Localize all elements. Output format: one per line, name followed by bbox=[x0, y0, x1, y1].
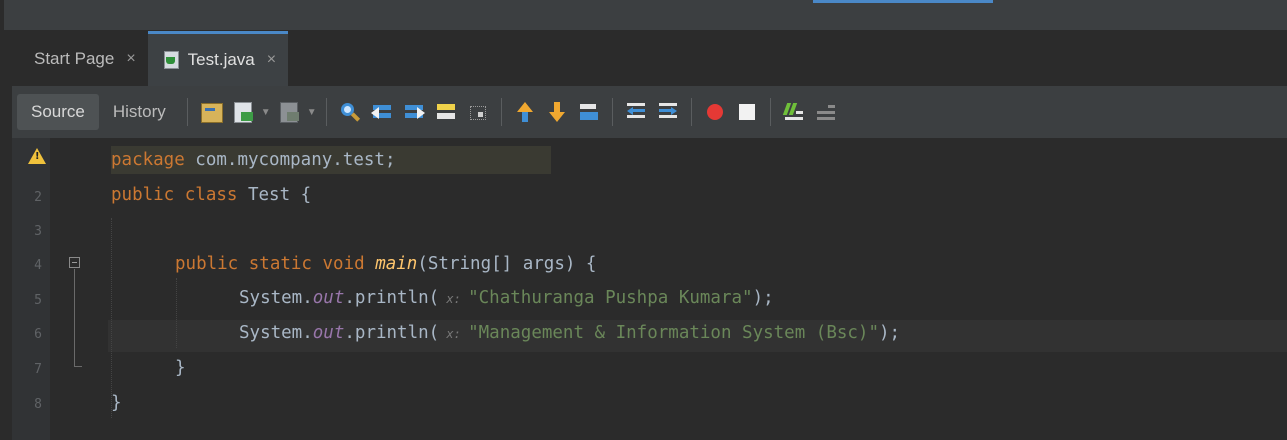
toolbar-separator bbox=[325, 98, 327, 126]
toolbar-separator bbox=[500, 98, 502, 126]
code-line-6: System.out.println( x: "Management & Inf… bbox=[239, 323, 901, 343]
chevron-down-icon[interactable]: ▼ bbox=[261, 107, 271, 118]
close-icon[interactable]: × bbox=[126, 50, 135, 68]
uncomment-icon[interactable] bbox=[814, 100, 838, 124]
record-icon bbox=[706, 104, 723, 120]
last-edit-icon[interactable] bbox=[199, 100, 223, 124]
comment-icon[interactable] bbox=[782, 100, 806, 124]
code-editor[interactable]: ! 2 3 4 5 6 7 8 package com.mycompany.te… bbox=[12, 138, 1287, 440]
code-line-4: public static void main(String[] args) { bbox=[175, 254, 597, 274]
find-icon[interactable] bbox=[338, 100, 362, 124]
code-line-5: System.out.println( x: "Chathuranga Push… bbox=[239, 288, 774, 308]
shift-right-icon[interactable] bbox=[656, 100, 680, 124]
tab-start-page[interactable]: Start Page × bbox=[4, 31, 148, 86]
history-tab-button[interactable]: History bbox=[99, 94, 180, 130]
window-top-strip bbox=[0, 0, 1287, 30]
back-icon[interactable] bbox=[231, 100, 255, 124]
code-line-2: public class Test { bbox=[111, 185, 312, 205]
next-bookmark-icon[interactable] bbox=[545, 100, 569, 124]
parameter-hint: x: bbox=[439, 292, 469, 306]
window-edge bbox=[0, 0, 4, 30]
previous-bookmark-icon[interactable] bbox=[513, 100, 537, 124]
tab-label: Test.java bbox=[187, 50, 255, 69]
code-line-1: package com.mycompany.test; bbox=[111, 150, 396, 170]
toolbar-separator bbox=[186, 98, 188, 126]
stop-macro-recording-icon[interactable] bbox=[735, 100, 759, 124]
forward-icon[interactable] bbox=[277, 100, 301, 124]
code-line-7: } bbox=[175, 358, 186, 378]
tab-test-java[interactable]: Test.java × bbox=[147, 31, 289, 86]
code-area: package com.mycompany.test; public class… bbox=[12, 138, 1287, 440]
indent-guide bbox=[176, 278, 177, 348]
tab-label: Start Page bbox=[34, 48, 115, 68]
java-file-icon bbox=[162, 51, 180, 69]
editor-toolbar: Source History ▼ ▼ bbox=[12, 86, 1287, 138]
rectangular-selection-icon[interactable] bbox=[466, 100, 490, 124]
chevron-down-icon[interactable]: ▼ bbox=[307, 107, 317, 118]
source-tab-button[interactable]: Source bbox=[17, 94, 99, 130]
find-previous-icon[interactable] bbox=[370, 100, 394, 124]
toggle-highlight-icon[interactable] bbox=[434, 100, 458, 124]
toggle-bookmark-icon[interactable] bbox=[577, 100, 601, 124]
start-macro-recording-icon[interactable] bbox=[703, 100, 727, 124]
shift-left-icon[interactable] bbox=[624, 100, 648, 124]
toolbar-separator bbox=[611, 98, 613, 126]
parameter-hint: x: bbox=[439, 327, 469, 341]
focus-accent-bar bbox=[813, 0, 993, 3]
close-icon[interactable]: × bbox=[267, 51, 276, 69]
editor-tabs: Start Page × Test.java × bbox=[4, 31, 289, 86]
toolbar-separator bbox=[690, 98, 692, 126]
toolbar-separator bbox=[769, 98, 771, 126]
find-next-icon[interactable] bbox=[402, 100, 426, 124]
code-line-8: } bbox=[111, 393, 122, 413]
